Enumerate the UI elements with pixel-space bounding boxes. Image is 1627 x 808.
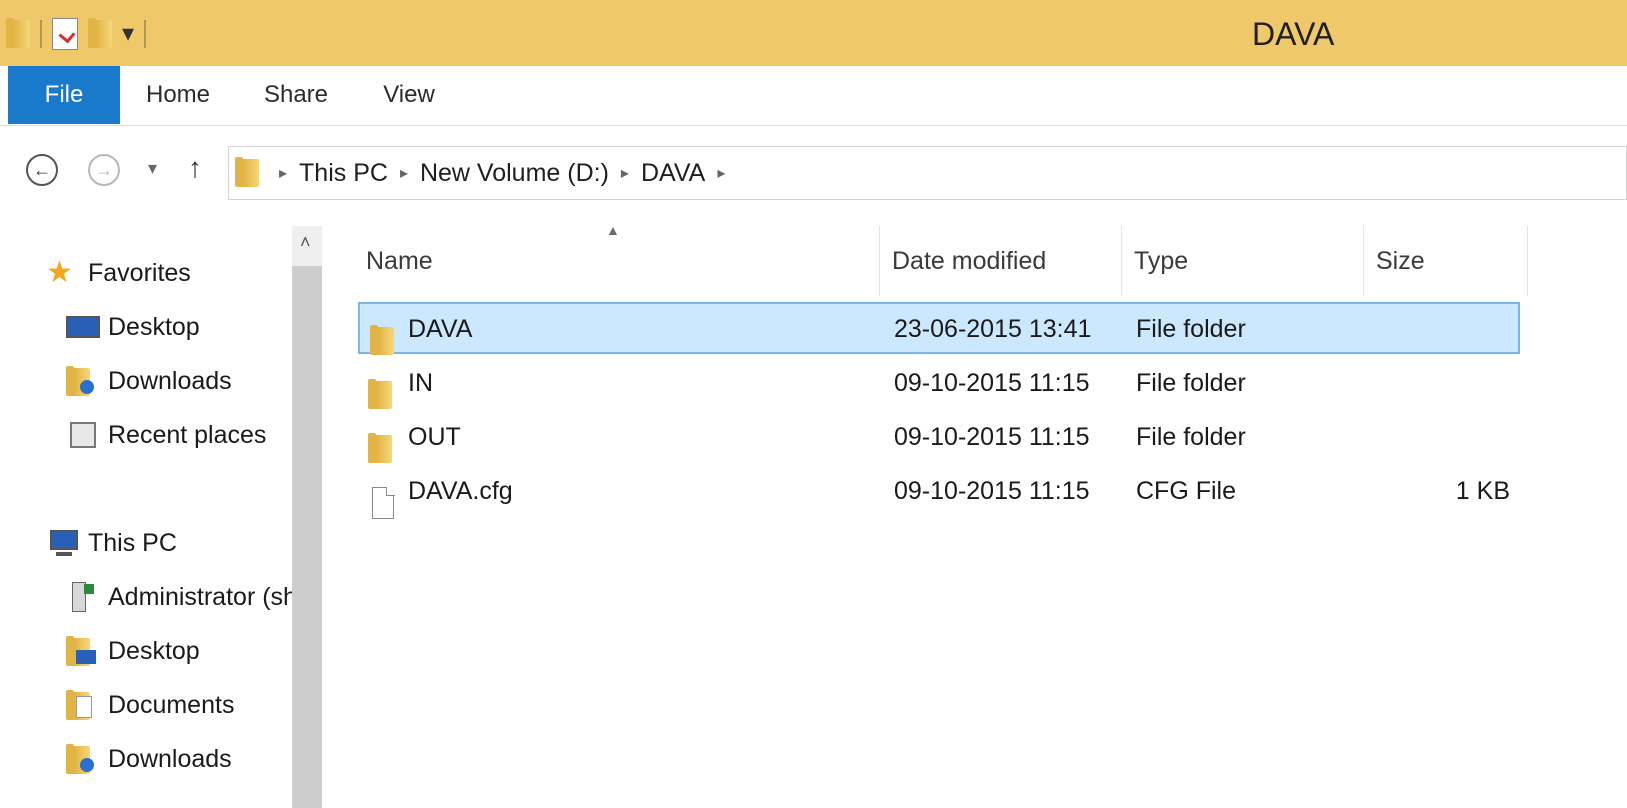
file-row[interactable]: OUT 09-10-2015 11:15 File folder bbox=[358, 412, 1520, 464]
tab-view[interactable]: View bbox=[372, 66, 446, 124]
nav-pane-scrollbar[interactable]: ˄ bbox=[292, 226, 322, 808]
nav-administrator[interactable]: Administrator (sh bbox=[66, 578, 292, 616]
nav-favorites-recent-places[interactable]: Recent places bbox=[66, 416, 266, 454]
file-row[interactable]: IN 09-10-2015 11:15 File folder bbox=[358, 358, 1520, 410]
properties-icon[interactable] bbox=[52, 18, 78, 50]
address-bar[interactable]: ▸ This PC ▸ New Volume (D:) ▸ DAVA ▸ bbox=[228, 146, 1627, 200]
breadcrumb-dava[interactable]: DAVA bbox=[641, 159, 705, 188]
breadcrumb-chevron-icon[interactable]: ▸ bbox=[717, 163, 725, 183]
file-type: CFG File bbox=[1136, 477, 1236, 505]
toolbar-separator bbox=[144, 20, 147, 48]
navigation-bar: ← → ▾ ↑ ▸ This PC ▸ New Volume (D:) ▸ DA… bbox=[0, 140, 1627, 206]
breadcrumb-this-pc[interactable]: This PC bbox=[299, 159, 388, 188]
file-icon bbox=[368, 476, 398, 519]
column-header-size[interactable]: Size bbox=[1364, 226, 1528, 296]
nav-this-pc-desktop[interactable]: Desktop bbox=[66, 632, 200, 670]
nav-item-label: Documents bbox=[108, 690, 235, 719]
computer-icon bbox=[46, 528, 80, 558]
file-list: Name Date modified Type Size DAVA 23-06-… bbox=[340, 220, 1627, 808]
title-bar: ▾ DAVA bbox=[0, 0, 1627, 66]
file-type: File folder bbox=[1136, 369, 1246, 397]
downloads-icon bbox=[66, 744, 100, 774]
navigation-pane: ★ Favorites Desktop Downloads Recent pla… bbox=[0, 220, 292, 808]
file-name: DAVA.cfg bbox=[408, 477, 513, 505]
nav-item-label: Desktop bbox=[108, 636, 200, 665]
nav-item-label: Downloads bbox=[108, 744, 232, 773]
network-drive-icon bbox=[66, 582, 100, 612]
nav-item-label: Downloads bbox=[108, 366, 232, 395]
back-button[interactable]: ← bbox=[26, 154, 58, 186]
tab-share[interactable]: Share bbox=[258, 66, 334, 124]
up-button[interactable]: ↑ bbox=[188, 152, 202, 184]
window-title: DAVA bbox=[1252, 16, 1335, 52]
desktop-folder-icon bbox=[66, 636, 100, 666]
recent-places-icon bbox=[66, 420, 100, 450]
folder-icon bbox=[368, 422, 398, 463]
scroll-up-icon[interactable]: ˄ bbox=[300, 232, 311, 253]
file-type: File folder bbox=[1136, 315, 1246, 343]
breadcrumb-new-volume[interactable]: New Volume (D:) bbox=[420, 159, 609, 188]
tab-home[interactable]: Home bbox=[138, 66, 218, 124]
file-type: File folder bbox=[1136, 423, 1246, 451]
forward-button[interactable]: → bbox=[88, 154, 120, 186]
nav-this-pc-documents[interactable]: Documents bbox=[66, 686, 234, 724]
desktop-icon bbox=[66, 312, 100, 342]
file-row[interactable]: DAVA.cfg 09-10-2015 11:15 CFG File 1 KB bbox=[358, 466, 1520, 519]
file-date: 09-10-2015 11:15 bbox=[894, 423, 1090, 451]
new-folder-icon[interactable] bbox=[88, 18, 112, 50]
nav-favorites-downloads[interactable]: Downloads bbox=[66, 362, 232, 400]
breadcrumb-chevron-icon[interactable]: ▸ bbox=[279, 163, 287, 183]
quick-access-toolbar: ▾ bbox=[6, 12, 147, 56]
file-date: 23-06-2015 13:41 bbox=[894, 315, 1092, 343]
scrollbar-thumb[interactable] bbox=[292, 266, 322, 808]
nav-this-pc[interactable]: This PC bbox=[46, 524, 177, 562]
folder-icon bbox=[235, 157, 261, 189]
breadcrumb-chevron-icon[interactable]: ▸ bbox=[621, 163, 629, 183]
arrow-left-icon: ← bbox=[33, 159, 51, 180]
toolbar-separator bbox=[40, 20, 42, 48]
tab-file[interactable]: File bbox=[8, 66, 120, 124]
column-header-date-modified[interactable]: Date modified bbox=[880, 226, 1122, 296]
nav-this-pc-label: This PC bbox=[88, 528, 177, 557]
file-name: DAVA bbox=[408, 315, 473, 343]
folder-icon bbox=[368, 368, 398, 409]
nav-favorites[interactable]: ★ Favorites bbox=[46, 254, 191, 292]
column-header-name[interactable]: Name bbox=[354, 226, 880, 296]
folder-icon bbox=[370, 314, 400, 355]
documents-icon bbox=[66, 690, 100, 720]
nav-this-pc-downloads[interactable]: Downloads bbox=[66, 740, 232, 778]
file-date: 09-10-2015 11:15 bbox=[894, 477, 1090, 505]
breadcrumb-chevron-icon[interactable]: ▸ bbox=[400, 163, 408, 183]
folder-icon[interactable] bbox=[6, 18, 30, 50]
nav-item-label: Recent places bbox=[108, 420, 267, 449]
nav-item-label: Desktop bbox=[108, 312, 200, 341]
recent-locations-dropdown[interactable]: ▾ bbox=[148, 158, 157, 179]
file-date: 09-10-2015 11:15 bbox=[894, 369, 1090, 397]
star-icon: ★ bbox=[46, 256, 73, 289]
nav-favorites-desktop[interactable]: Desktop bbox=[66, 308, 200, 346]
file-size: 1 KB bbox=[1455, 477, 1510, 505]
downloads-icon bbox=[66, 366, 100, 396]
ribbon: File Home Share View bbox=[0, 66, 1627, 126]
file-name: OUT bbox=[408, 423, 461, 451]
arrow-right-icon: → bbox=[95, 159, 113, 180]
file-name: IN bbox=[408, 369, 433, 397]
nav-item-label: Administrator (sh bbox=[108, 582, 292, 611]
nav-favorites-label: Favorites bbox=[88, 258, 191, 287]
file-row[interactable]: DAVA 23-06-2015 13:41 File folder bbox=[358, 302, 1520, 355]
column-header-type[interactable]: Type bbox=[1122, 226, 1364, 296]
customize-dropdown-icon[interactable]: ▾ bbox=[122, 22, 134, 46]
